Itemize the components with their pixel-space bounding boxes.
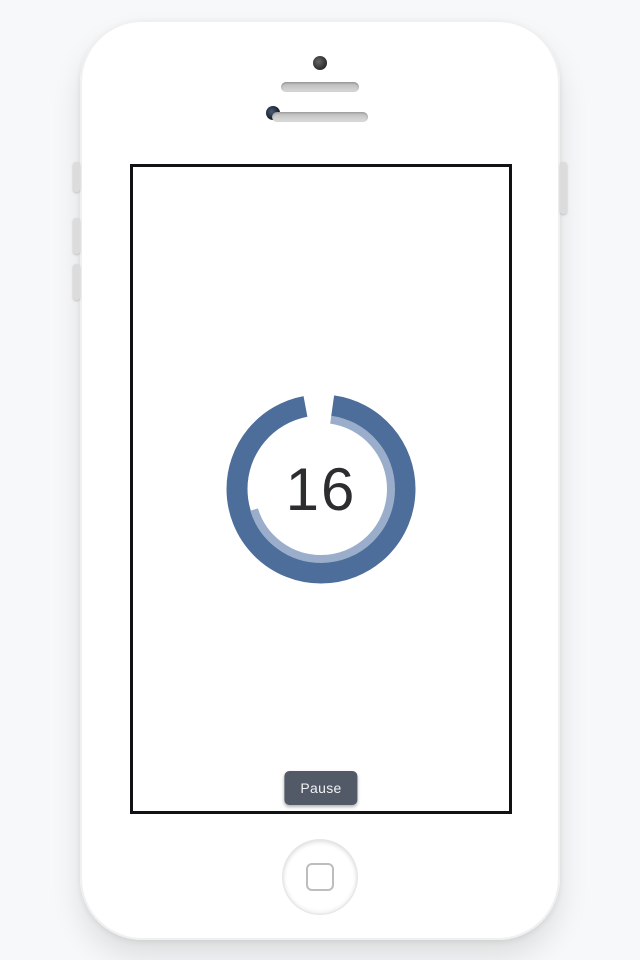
proximity-sensor-icon: [313, 56, 327, 70]
speaker-slot-icon: [272, 112, 368, 122]
power-button[interactable]: [560, 162, 567, 214]
earpiece-icon: [281, 82, 359, 92]
phone-frame: 16 Pause: [80, 20, 560, 940]
volume-up-button[interactable]: [73, 218, 80, 254]
mute-switch[interactable]: [73, 162, 80, 192]
pause-button[interactable]: Pause: [284, 771, 357, 805]
volume-down-button[interactable]: [73, 264, 80, 300]
countdown-seconds: 16: [224, 392, 418, 586]
app-screen: 16 Pause: [130, 164, 512, 814]
stage: 16 Pause: [0, 0, 640, 960]
home-button[interactable]: [283, 840, 357, 914]
countdown-ring: 16: [224, 392, 418, 586]
